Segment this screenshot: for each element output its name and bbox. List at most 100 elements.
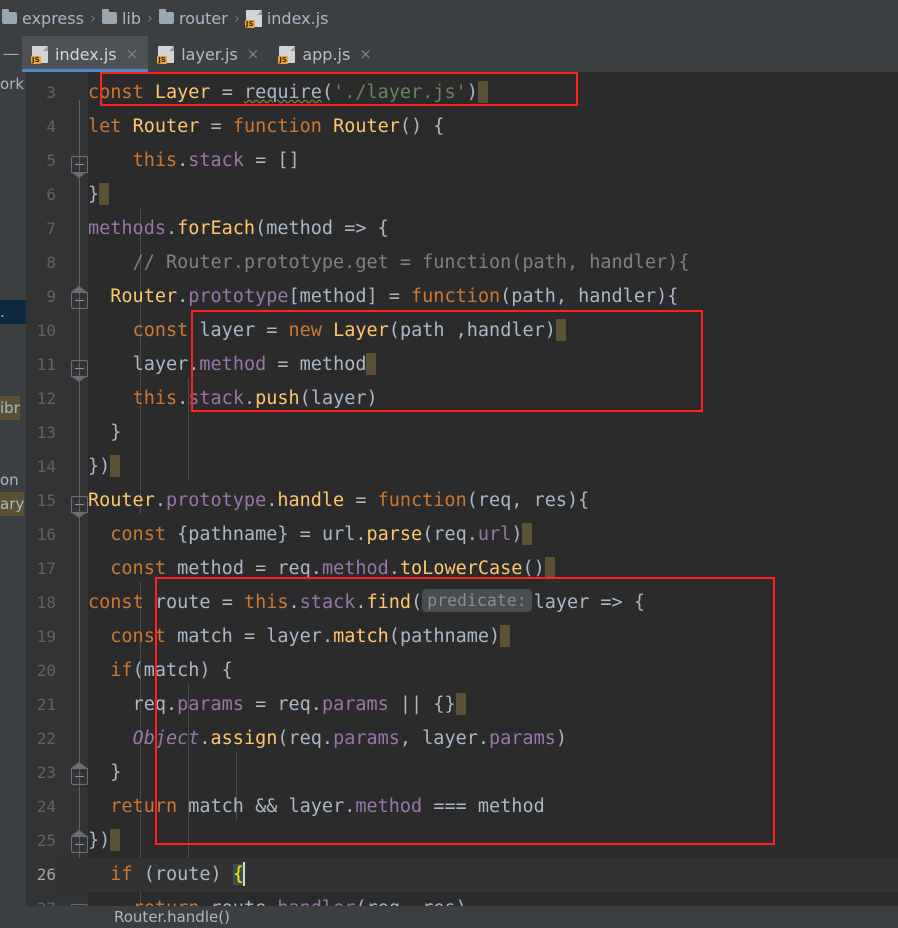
code-line[interactable]: 11 layer.method = method xyxy=(26,348,898,382)
text-caret xyxy=(242,862,245,886)
tab-app-js[interactable]: app.js × xyxy=(269,36,382,72)
chevron-right-icon: › xyxy=(146,9,153,27)
code-text: if(match) { xyxy=(110,660,233,681)
line-number: 4 xyxy=(46,117,56,136)
code-line[interactable]: 19 const match = layer.match(pathname) xyxy=(26,620,898,654)
project-tree-row[interactable]: on xyxy=(0,468,26,492)
code-line[interactable]: 7 methods.forEach(method => { xyxy=(26,212,898,382)
line-number: 20 xyxy=(36,661,56,680)
code-line[interactable]: 23 } xyxy=(26,756,898,790)
line-number: 10 xyxy=(36,321,56,340)
line-number: 15 xyxy=(36,491,56,510)
line-number: 19 xyxy=(36,627,56,646)
line-number: 13 xyxy=(36,423,56,442)
breadcrumb-label: index.js xyxy=(266,8,329,28)
status-breadcrumb[interactable]: Router.handle() xyxy=(114,906,230,928)
line-number: 7 xyxy=(46,219,56,238)
code-line[interactable]: 22 Object.assign(req.params, layer.param… xyxy=(26,722,898,756)
code-line[interactable]: 15 Router.prototype.handle = function(re… xyxy=(26,484,898,906)
code-line[interactable]: 18 const route = this.stack.find(predica… xyxy=(26,586,898,620)
code-line[interactable]: 17 const method = req.method.toLowerCase… xyxy=(26,552,898,586)
breadcrumb-label: lib xyxy=(121,8,141,28)
project-tree-label: on xyxy=(0,471,19,489)
code-text: const match = layer.match(pathname) xyxy=(88,620,511,654)
code-line[interactable]: 21 req.params = req.params || {} xyxy=(26,688,898,722)
code-line[interactable]: 24 return match && layer.method === meth… xyxy=(26,790,898,824)
line-number: 5 xyxy=(46,151,56,170)
status-bar: Router.handle() xyxy=(0,906,898,928)
line-number: 18 xyxy=(36,593,56,612)
code-line[interactable]: 13 } xyxy=(26,416,898,785)
code-text: const {pathname} = url.parse(req.url) xyxy=(88,518,533,552)
code-line[interactable]: 16 const {pathname} = url.parse(req.url) xyxy=(26,518,898,552)
tab-label: index.js xyxy=(55,44,117,64)
line-number: 22 xyxy=(36,729,56,748)
code-text: Router.prototype.handle = function(req, … xyxy=(88,490,590,511)
ide-window: ork . ibr on ary express › lib › router … xyxy=(0,0,898,928)
chevron-right-icon: › xyxy=(89,9,96,27)
line-number: 17 xyxy=(36,559,56,578)
code-editor[interactable]: 3 const Layer = require('./layer.js') 4 … xyxy=(26,72,898,906)
close-icon[interactable]: × xyxy=(126,45,139,63)
code-text: const layer = new Layer(path ,handler) xyxy=(88,314,566,348)
status-bar-gutter xyxy=(0,906,62,928)
code-line[interactable]: 25 }) xyxy=(26,824,898,858)
inlay-hint-predicate: predicate: xyxy=(422,589,532,612)
code-text: this.stack.push(layer) xyxy=(132,388,378,409)
breadcrumb-label: router xyxy=(178,8,228,28)
tab-layer-js[interactable]: layer.js × xyxy=(148,36,269,72)
code-line[interactable]: 9 Router.prototype[method] = function(pa… xyxy=(26,280,898,518)
close-icon[interactable]: × xyxy=(359,45,372,63)
project-tree-row-selected[interactable]: . xyxy=(0,300,26,324)
breadcrumb-item-lib[interactable]: lib xyxy=(101,8,141,28)
code-text: Router.prototype[method] = function(path… xyxy=(110,286,679,307)
project-tree-row[interactable]: ary xyxy=(0,492,26,516)
line-number: 24 xyxy=(36,797,56,816)
breadcrumb-item-router[interactable]: router xyxy=(158,8,228,28)
line-number: 3 xyxy=(46,83,56,102)
code-line[interactable]: 20 if(match) { xyxy=(26,654,898,688)
tab-index-js[interactable]: index.js × xyxy=(22,36,149,72)
project-tree-label: . xyxy=(0,303,5,321)
code-line[interactable]: 4 let Router = function Router() { xyxy=(26,110,898,178)
code-line[interactable]: 3 const Layer = require('./layer.js') xyxy=(26,76,898,110)
project-tree-sliver[interactable]: ork . ibr on ary xyxy=(0,0,26,928)
project-tree-row[interactable]: ork xyxy=(0,72,26,96)
breadcrumb-item-express[interactable]: express xyxy=(2,9,84,28)
chevron-right-icon: › xyxy=(233,9,240,27)
tab-label: app.js xyxy=(302,44,351,64)
collapse-icon[interactable]: — xyxy=(0,36,22,72)
code-text: // Router.prototype.get = function(path,… xyxy=(132,252,690,273)
breadcrumb: express › lib › router › index.js xyxy=(0,0,898,36)
code-text: this.stack = [] xyxy=(132,150,300,171)
code-text: const route = this.stack.find(predicate:… xyxy=(88,589,645,613)
code-line[interactable]: 8 // Router.prototype.get = function(pat… xyxy=(26,246,898,280)
line-number: 14 xyxy=(36,457,56,476)
code-line[interactable]: 14 }) xyxy=(26,450,898,853)
code-text: const Layer = require('./layer.js') xyxy=(88,76,488,110)
code-text: let Router = function Router() { xyxy=(88,116,445,137)
close-icon[interactable]: × xyxy=(247,45,260,63)
code-text: Object.assign(req.params, layer.params) xyxy=(132,728,567,749)
code-line[interactable]: 12 this.stack.push(layer) xyxy=(26,382,898,416)
line-number: 21 xyxy=(36,695,56,714)
code-text: return route.handler(req, res) xyxy=(88,892,467,906)
code-line[interactable]: 27 return route.handler(req, res) xyxy=(26,892,898,906)
project-tree-row[interactable]: ibr xyxy=(0,396,26,420)
code-line[interactable]: 6 } xyxy=(26,178,898,309)
code-line[interactable]: 10 const layer = new Layer(path ,handler… xyxy=(26,314,898,348)
js-file-icon xyxy=(278,45,296,64)
line-number: 12 xyxy=(36,389,56,408)
js-file-icon xyxy=(31,45,48,64)
breadcrumb-label: express xyxy=(22,8,84,28)
folder-icon xyxy=(2,9,17,24)
breadcrumb-item-index-js[interactable]: index.js xyxy=(244,8,329,28)
code-text: } xyxy=(110,762,122,783)
line-number: 23 xyxy=(36,763,56,782)
code-line-current[interactable]: 26 if (route) { xyxy=(26,858,898,892)
code-text: return match && layer.method === method xyxy=(110,796,545,817)
line-number: 8 xyxy=(46,253,56,272)
code-line[interactable]: 5 this.stack = [] xyxy=(26,144,898,178)
folder-icon xyxy=(158,9,174,24)
code-text: }) xyxy=(88,450,121,484)
